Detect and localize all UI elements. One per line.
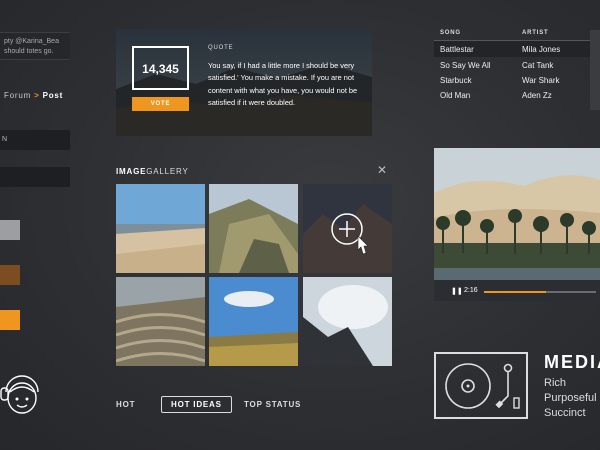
breadcrumb-link-forum[interactable]: Forum [4, 91, 31, 100]
gallery-tile-6[interactable] [303, 277, 392, 366]
gallery-tile-3[interactable] [303, 184, 392, 273]
table-cell-artist[interactable]: Mila Jones [522, 45, 560, 54]
column-header-artist[interactable]: ARTIST [522, 30, 548, 36]
tab-hot[interactable]: HOT [116, 400, 135, 409]
color-swatch-gray[interactable] [0, 220, 20, 240]
color-swatch-orange[interactable] [0, 310, 20, 330]
video-frame [434, 148, 600, 301]
table-cell-artist[interactable]: War Shark [522, 76, 560, 85]
video-player[interactable]: ❚❚ 2:16 [434, 148, 600, 301]
close-icon[interactable]: ✕ [377, 164, 387, 176]
avatar-icon [0, 368, 44, 418]
text-field-2[interactable] [0, 167, 70, 187]
column-header-song[interactable]: SONG [440, 30, 461, 36]
color-swatch-brown[interactable] [0, 265, 20, 285]
table-cell-song[interactable]: So Say We All [440, 61, 491, 70]
gallery-tile-5[interactable] [209, 277, 298, 366]
text-field-1[interactable]: N [0, 130, 70, 150]
media-title: MEDIA [544, 352, 600, 372]
video-time: 2:16 [464, 287, 478, 294]
video-progress-fill [484, 291, 546, 293]
gallery-tile-4[interactable] [116, 277, 205, 366]
gallery-title: IMAGEGALLERY [116, 167, 189, 176]
media-word: Rich [544, 377, 567, 389]
quote-text: You say, if I had a little more I should… [208, 61, 358, 107]
table-cell-song[interactable]: Old Man [440, 91, 470, 100]
table-cell-song[interactable]: Battlestar [440, 45, 474, 54]
chevron-right-icon: > [34, 91, 40, 100]
quote-card: 14,345 VOTE QUOTE You say, if I had a li… [116, 29, 372, 136]
gallery-tile-2[interactable] [209, 184, 298, 273]
pause-icon[interactable]: ❚❚ [451, 287, 463, 295]
stat-value: 14,345 [142, 62, 179, 76]
breadcrumb-current: Post [42, 91, 64, 100]
turntable-icon [434, 352, 528, 419]
table-column-partial [590, 30, 600, 110]
vote-button[interactable]: VOTE [132, 97, 189, 111]
table-cell-artist[interactable]: Cat Tank [522, 61, 553, 70]
quote-label: QUOTE [208, 45, 234, 51]
tab-hot-ideas[interactable]: HOT IDEAS [161, 396, 232, 413]
table-cell-song[interactable]: Starbuck [440, 76, 472, 85]
gallery-tile-1[interactable] [116, 184, 205, 273]
tweet-text: pty @Karina_Bea should totes go. [4, 38, 59, 55]
stat-counter: 14,345 [132, 46, 189, 90]
tab-top-status[interactable]: TOP STATUS [244, 400, 301, 409]
media-word: Purposeful [544, 392, 597, 404]
media-word: Succinct [544, 407, 586, 419]
breadcrumb: Forum > Post [4, 91, 63, 100]
video-progress-track[interactable] [484, 291, 596, 293]
tweet-box: pty @Karina_Bea should totes go. [0, 32, 70, 60]
table-cell-artist[interactable]: Aden Zz [522, 91, 552, 100]
